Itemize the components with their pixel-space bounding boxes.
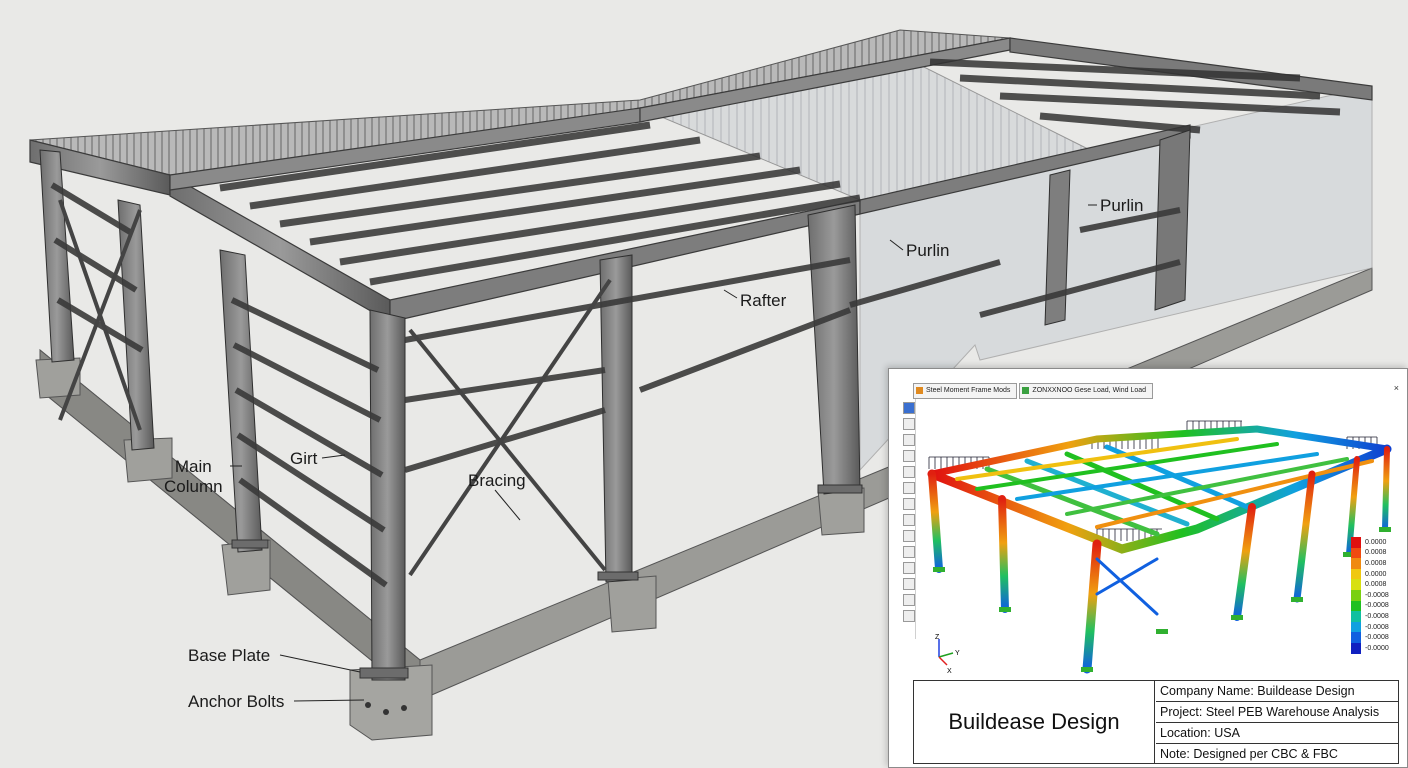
callout-base-plate: Base Plate	[188, 646, 271, 665]
legend-swatch	[1351, 579, 1361, 590]
legend-value: -0.0008	[1365, 591, 1389, 599]
drawing-title-block: Buildease Design Company Name: Buildease…	[913, 680, 1399, 764]
vertical-toolbar	[901, 399, 916, 639]
legend-row: -0.0008	[1351, 621, 1389, 633]
load-tool-icon[interactable]	[903, 482, 915, 494]
legend-value: 0.0008	[1365, 581, 1387, 589]
callout-purlin-right: Purlin	[1100, 196, 1144, 215]
legend-value: 0.0008	[1365, 559, 1387, 567]
callout-anchor-bolts: Anchor Bolts	[188, 692, 285, 711]
callout-rafter: Rafter	[740, 291, 787, 310]
callout-girt: Girt	[290, 449, 318, 468]
legend-value: 0.0000	[1365, 570, 1387, 578]
callout-purlin-mid: Purlin	[906, 241, 950, 260]
callout-bracing: Bracing	[468, 471, 526, 490]
title-block-note: Note: Designed per CBC & FBC	[1160, 747, 1338, 761]
legend-swatch	[1351, 632, 1361, 643]
legend-value: -0.0008	[1365, 623, 1389, 631]
title-block-location: Location: USA	[1156, 723, 1398, 744]
legend-value: -0.0000	[1365, 644, 1389, 652]
section-tool-icon[interactable]	[903, 498, 915, 510]
legend-swatch	[1351, 621, 1361, 633]
title-block-company: Buildease Design	[914, 681, 1155, 763]
legend-value: 0.0000	[1365, 538, 1387, 546]
view-tool-icon[interactable]	[903, 546, 915, 558]
material-tool-icon[interactable]	[903, 514, 915, 526]
model-icon	[916, 387, 923, 394]
callout-main-column: Main Column	[164, 457, 223, 496]
legend-row: -0.0008	[1351, 600, 1389, 612]
stress-color-legend: 0.0000 0.0008 0.0008 0.0000 0.0008 -0.0008 -0.…	[1351, 537, 1389, 654]
legend-swatch	[1351, 558, 1361, 569]
select-tool-icon[interactable]	[903, 402, 915, 414]
base-plates	[231, 484, 863, 679]
load-icon	[1022, 387, 1030, 394]
report-tool-icon[interactable]	[903, 610, 915, 622]
legend-swatch	[1351, 611, 1361, 622]
legend-swatch	[1351, 537, 1361, 548]
axis-label-y: Y	[955, 650, 960, 657]
legend-row: 0.0008	[1351, 579, 1389, 590]
axis-label-z: Z	[935, 634, 940, 641]
legend-row: -0.0008	[1351, 589, 1389, 601]
legend-value: -0.0008	[1365, 612, 1389, 620]
grid-tool-icon[interactable]	[903, 562, 915, 574]
legend-row: -0.0008	[1351, 632, 1389, 643]
legend-value: -0.0008	[1365, 634, 1389, 642]
legend-row: 0.0000	[1351, 537, 1389, 548]
table-tool-icon[interactable]	[903, 578, 915, 590]
legend-value: -0.0008	[1365, 602, 1389, 610]
pointer-tool-icon[interactable]	[903, 418, 915, 430]
title-block-project: Project: Steel PEB Warehouse Analysis	[1156, 702, 1398, 723]
legend-row: 0.0008	[1351, 558, 1389, 569]
legend-row: 0.0008	[1351, 547, 1389, 559]
legend-row: -0.0000	[1351, 642, 1389, 654]
legend-row: 0.0000	[1351, 568, 1389, 580]
line-tool-icon[interactable]	[903, 530, 915, 542]
window-tabs: Steel Moment Frame Mods ZONXXNOO Gese Lo…	[913, 383, 1154, 399]
tab-load-case[interactable]: ZONXXNOO Gese Load, Wind Load	[1019, 383, 1154, 399]
close-icon[interactable]: ×	[1394, 383, 1399, 393]
analysis-software-window: Steel Moment Frame Mods ZONXXNOO Gese Lo…	[888, 368, 1408, 768]
tab-moment-frame[interactable]: Steel Moment Frame Mods	[913, 383, 1018, 399]
legend-swatch	[1351, 589, 1361, 601]
axis-label-x: X	[947, 668, 952, 675]
axis-triad: Z Y X	[935, 634, 960, 675]
title-block-company-name: Company Name: Buildease Design	[1156, 681, 1398, 702]
legend-swatch	[1351, 547, 1361, 559]
legend-swatch	[1351, 600, 1361, 612]
legend-row: -0.0008	[1351, 611, 1389, 622]
legend-swatch	[1351, 642, 1361, 654]
legend-value: 0.0008	[1365, 549, 1387, 557]
results-tool-icon[interactable]	[903, 594, 915, 606]
member-tool-icon[interactable]	[903, 450, 915, 462]
legend-swatch	[1351, 568, 1361, 580]
support-tool-icon[interactable]	[903, 466, 915, 478]
node-tool-icon[interactable]	[903, 434, 915, 446]
fea-stress-model: Z Y X	[927, 420, 1392, 675]
